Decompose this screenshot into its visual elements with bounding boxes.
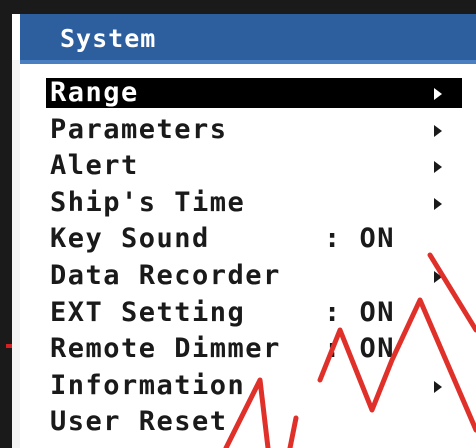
frame-top-edge	[0, 0, 476, 14]
menu-item-user-reset[interactable]: User Reset	[20, 403, 476, 440]
menu-item-label: Alert	[50, 150, 139, 182]
menu-item-label: EXT Setting	[50, 296, 246, 328]
dialog-title: System	[60, 24, 157, 53]
red-edge-mark	[6, 344, 12, 348]
menu-item-label: Remote Dimmer	[50, 333, 281, 365]
title-bar: System	[20, 14, 476, 64]
submenu-arrow-icon	[434, 270, 442, 283]
menu-item-label: Ship's Time	[50, 186, 246, 218]
menu-item-value: : ON	[324, 333, 396, 365]
menu-item-remote-dimmer[interactable]: Remote Dimmer : ON	[20, 330, 476, 367]
menu-item-label: User Reset	[50, 406, 228, 438]
menu-item-ships-time[interactable]: Ship's Time	[20, 184, 476, 221]
screen: System Range Parameters Alert Ship's Tim…	[0, 0, 476, 448]
submenu-arrow-icon	[434, 197, 442, 210]
menu-item-label: Parameters	[50, 113, 228, 145]
submenu-arrow-icon	[434, 88, 442, 100]
menu-item-parameters[interactable]: Parameters	[20, 111, 476, 148]
frame-left-edge	[0, 0, 12, 448]
menu-item-key-sound[interactable]: Key Sound : ON	[20, 220, 476, 257]
menu-item-information[interactable]: Information	[20, 367, 476, 404]
system-menu-list: Range Parameters Alert Ship's Time Key S…	[20, 74, 476, 440]
menu-item-value: : ON	[324, 223, 396, 255]
menu-item-label: Range	[50, 77, 139, 108]
menu-item-value: : ON	[324, 296, 396, 328]
submenu-arrow-icon	[434, 124, 442, 137]
submenu-arrow-icon	[434, 161, 442, 174]
menu-item-data-recorder[interactable]: Data Recorder	[20, 257, 476, 294]
system-menu-dialog: System Range Parameters Alert Ship's Tim…	[20, 14, 476, 448]
menu-item-range[interactable]: Range	[20, 74, 476, 111]
menu-item-alert[interactable]: Alert	[20, 147, 476, 184]
menu-item-label: Information	[50, 369, 246, 401]
frame-left-inner-edge	[12, 60, 20, 448]
submenu-arrow-icon	[434, 380, 442, 393]
menu-item-ext-setting[interactable]: EXT Setting : ON	[20, 294, 476, 331]
menu-item-label: Key Sound	[50, 223, 210, 255]
menu-item-label: Data Recorder	[50, 259, 281, 291]
